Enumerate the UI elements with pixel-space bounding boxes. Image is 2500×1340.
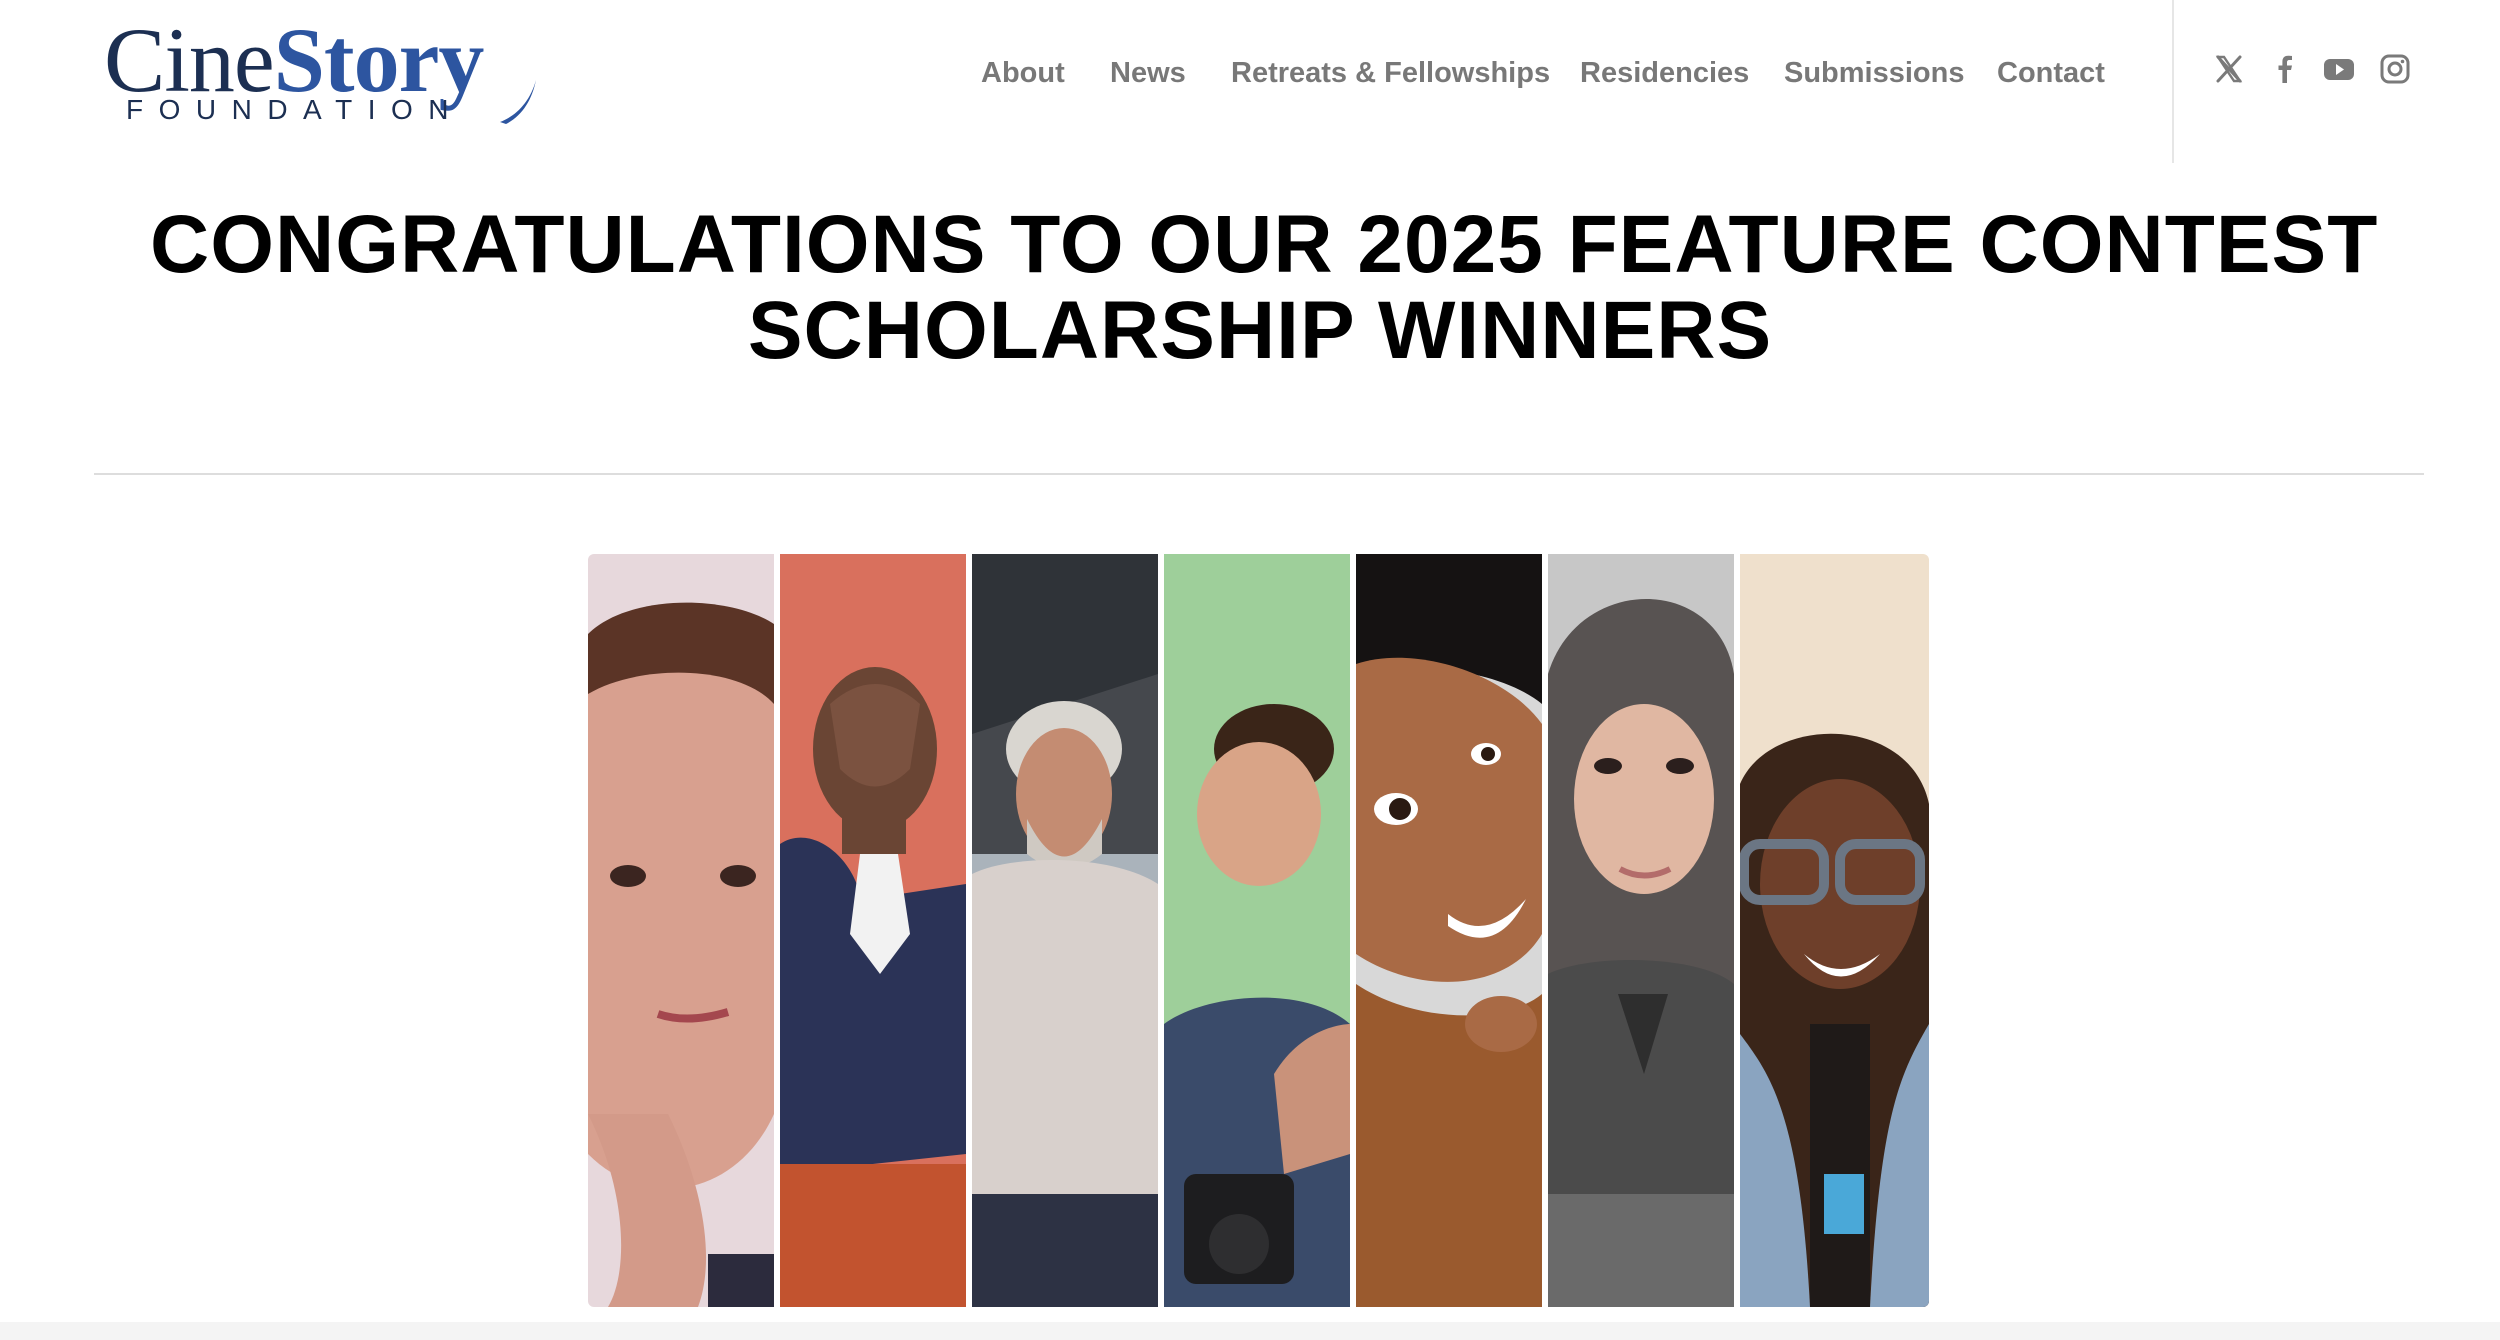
winner-portrait-3	[972, 554, 1158, 1307]
nav-item-news[interactable]: News	[1110, 48, 1186, 98]
x-twitter-icon[interactable]	[2212, 52, 2246, 86]
instagram-icon[interactable]	[2378, 52, 2412, 86]
winner-portrait-2	[780, 554, 966, 1307]
logo-foundation-text: FOUNDATION	[126, 94, 465, 125]
nav-item-contact[interactable]: Contact	[1997, 48, 2105, 98]
site-header: CineStory FOUNDATION About News Retreats…	[0, 0, 2500, 163]
nav-item-residencies[interactable]: Residencies	[1580, 48, 1749, 98]
winner-portrait-6	[1548, 554, 1734, 1307]
page-bottom-strip	[0, 1322, 2500, 1340]
facebook-icon[interactable]	[2268, 52, 2302, 86]
winner-portrait-4	[1164, 554, 1350, 1307]
page-title-line-2: SCHOLARSHIP WINNERS	[747, 285, 1773, 376]
nav-item-about[interactable]: About	[981, 48, 1065, 98]
nav-item-retreats-fellowships[interactable]: Retreats & Fellowships	[1231, 48, 1550, 98]
section-divider	[94, 473, 2424, 475]
nav-divider	[2172, 0, 2174, 163]
youtube-icon[interactable]	[2322, 52, 2356, 86]
nav-item-submissions[interactable]: Submissions	[1784, 48, 1965, 98]
winner-portrait-1	[588, 554, 774, 1307]
winner-portrait-5	[1356, 554, 1542, 1307]
page: CineStory FOUNDATION About News Retreats…	[0, 0, 2500, 1340]
winners-photo-collage	[588, 554, 1929, 1307]
page-title-line-1: CONGRATULATIONS TO OUR 2025 FEATURE CONT…	[150, 199, 2379, 290]
page-title: CONGRATULATIONS TO OUR 2025 FEATURE CONT…	[150, 199, 2379, 376]
winner-portrait-7	[1740, 554, 1929, 1307]
